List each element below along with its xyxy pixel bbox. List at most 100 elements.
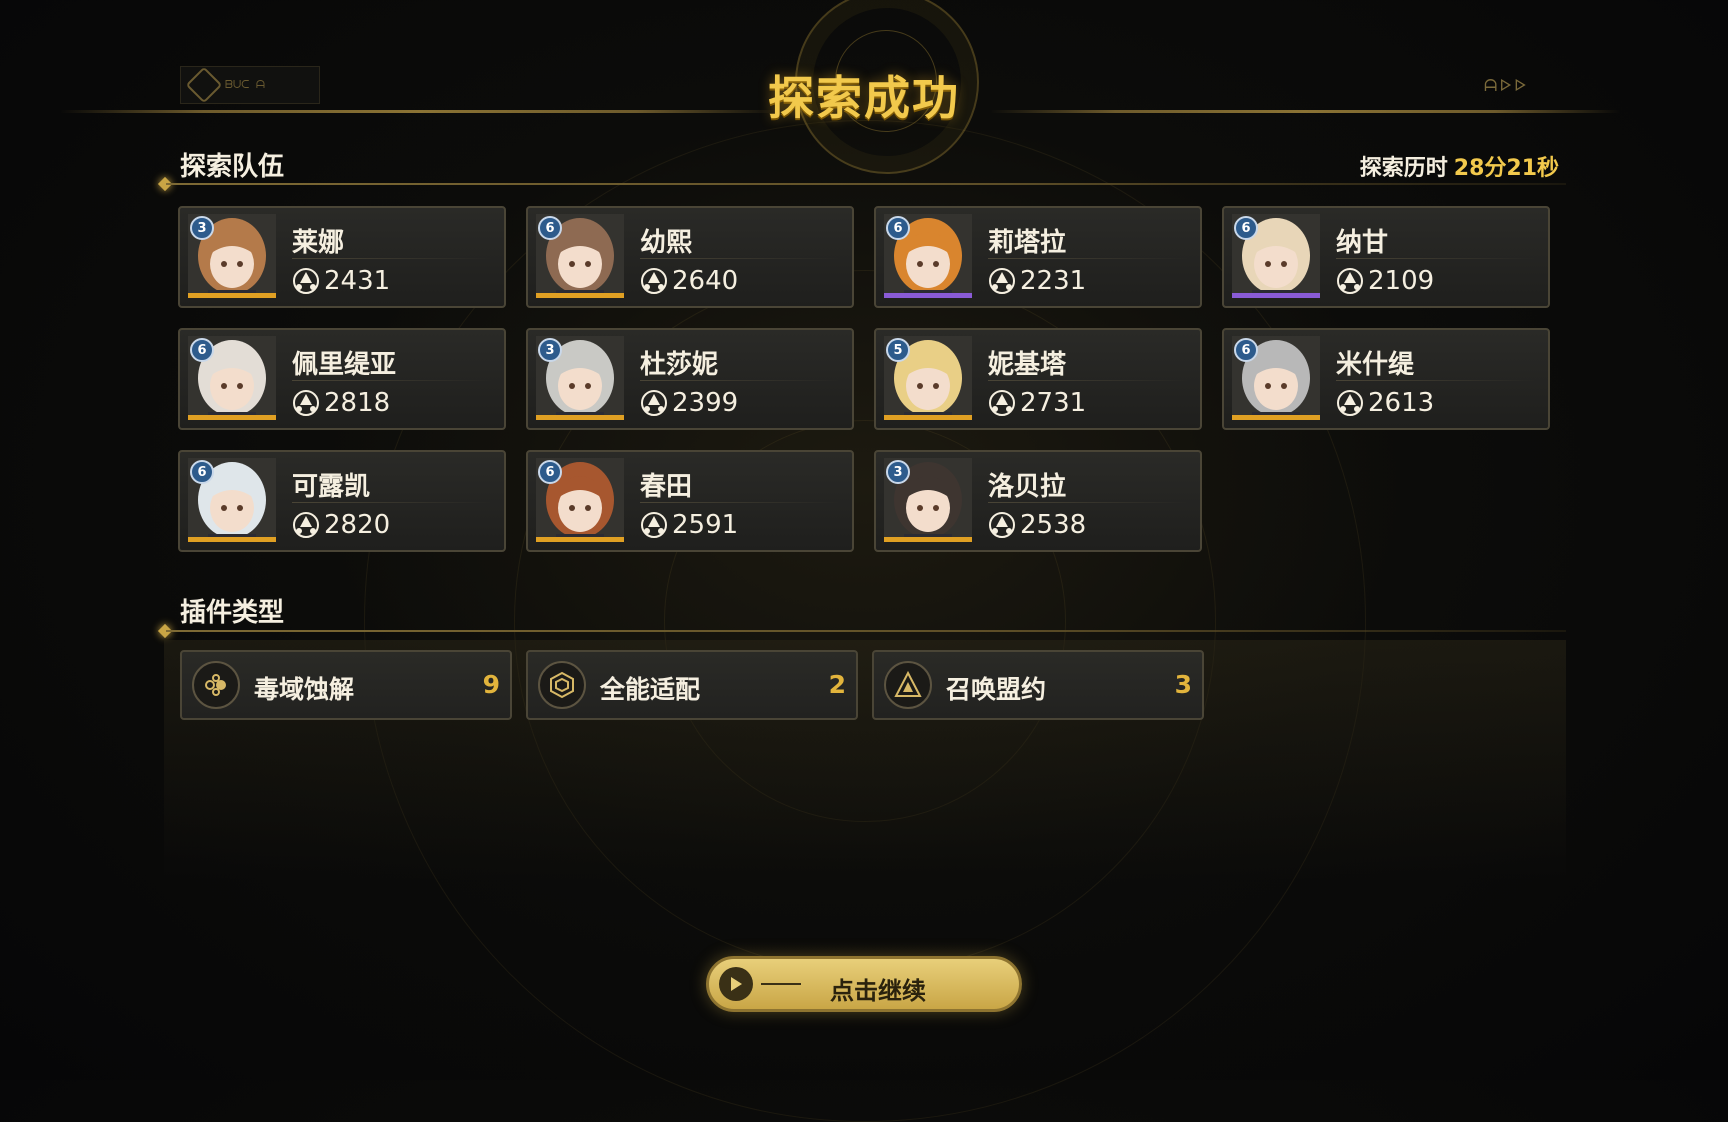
plugin-section-title: 插件类型 bbox=[180, 598, 285, 628]
level-badge: 3 bbox=[190, 216, 214, 240]
level-badge: 3 bbox=[538, 338, 562, 362]
character-card[interactable]: 6 可露凯 2820 bbox=[178, 450, 506, 552]
character-card[interactable]: 6 佩里缇亚 2818 bbox=[178, 328, 506, 430]
power-value: 2109 bbox=[1368, 266, 1435, 296]
plugin-card[interactable]: 召唤盟约 3 bbox=[872, 650, 1204, 720]
power-icon bbox=[293, 512, 319, 538]
character-power: 2640 bbox=[640, 266, 738, 296]
character-card[interactable]: 3 莱娜 2431 bbox=[178, 206, 506, 308]
level-badge: 3 bbox=[886, 460, 910, 484]
rarity-bar bbox=[188, 293, 276, 298]
character-power: 2538 bbox=[988, 510, 1086, 540]
power-value: 2613 bbox=[1368, 388, 1435, 418]
power-icon bbox=[641, 512, 667, 538]
card-divider bbox=[1336, 380, 1536, 381]
team-section-line bbox=[166, 183, 1566, 185]
triangle-icon bbox=[884, 661, 932, 709]
rarity-bar bbox=[884, 293, 972, 298]
power-icon bbox=[989, 512, 1015, 538]
card-divider bbox=[292, 502, 492, 503]
level-badge: 6 bbox=[538, 460, 562, 484]
power-value: 2591 bbox=[672, 510, 739, 540]
character-card[interactable]: 5 妮基塔 2731 bbox=[874, 328, 1202, 430]
character-power: 2231 bbox=[988, 266, 1086, 296]
level-badge: 6 bbox=[190, 338, 214, 362]
character-card[interactable]: 6 米什缇 2613 bbox=[1222, 328, 1550, 430]
level-badge: 6 bbox=[1234, 338, 1258, 362]
power-value: 2818 bbox=[324, 388, 391, 418]
power-value: 2731 bbox=[1020, 388, 1087, 418]
card-divider bbox=[292, 258, 492, 259]
character-power: 2820 bbox=[292, 510, 390, 540]
character-power: 2399 bbox=[640, 388, 738, 418]
card-divider bbox=[640, 380, 840, 381]
character-name: 纳甘 bbox=[1336, 228, 1389, 258]
character-power: 2731 bbox=[988, 388, 1086, 418]
character-card[interactable]: 6 幼熙 2640 bbox=[526, 206, 854, 308]
elapsed-label: 探索历时 bbox=[1359, 156, 1448, 181]
continue-button-label: 点击继续 bbox=[830, 977, 926, 1005]
rarity-bar bbox=[1232, 415, 1320, 420]
level-badge: 6 bbox=[886, 216, 910, 240]
character-card[interactable]: 3 洛贝拉 2538 bbox=[874, 450, 1202, 552]
character-name: 米什缇 bbox=[1336, 350, 1415, 380]
character-name: 可露凯 bbox=[292, 472, 371, 502]
power-value: 2431 bbox=[324, 266, 391, 296]
power-value: 2820 bbox=[324, 510, 391, 540]
power-icon bbox=[989, 268, 1015, 294]
card-divider bbox=[640, 502, 840, 503]
elapsed-value: 28分21秒 bbox=[1453, 156, 1559, 181]
rarity-bar bbox=[884, 537, 972, 542]
character-card[interactable]: 3 杜莎妮 2399 bbox=[526, 328, 854, 430]
character-power: 2431 bbox=[292, 266, 390, 296]
power-icon bbox=[1337, 268, 1363, 294]
card-divider bbox=[988, 258, 1188, 259]
character-name: 莱娜 bbox=[292, 228, 345, 258]
plugin-count: 9 bbox=[482, 670, 500, 699]
plugin-name: 召唤盟约 bbox=[946, 675, 1047, 704]
rarity-bar bbox=[884, 415, 972, 420]
elapsed-time: 探索历时 28分21秒 bbox=[1360, 150, 1559, 182]
character-name: 洛贝拉 bbox=[988, 472, 1067, 502]
character-power: 2591 bbox=[640, 510, 738, 540]
character-name: 杜莎妮 bbox=[640, 350, 719, 380]
rarity-bar bbox=[536, 293, 624, 298]
character-name: 幼熙 bbox=[640, 228, 693, 258]
rarity-bar bbox=[188, 415, 276, 420]
power-icon bbox=[641, 268, 667, 294]
character-card[interactable]: 6 春田 2591 bbox=[526, 450, 854, 552]
power-value: 2231 bbox=[1020, 266, 1087, 296]
level-badge: 6 bbox=[538, 216, 562, 240]
plugin-name: 毒域蚀解 bbox=[254, 675, 355, 704]
card-divider bbox=[988, 502, 1188, 503]
character-card[interactable]: 6 莉塔拉 2231 bbox=[874, 206, 1202, 308]
team-section-title: 探索队伍 bbox=[180, 152, 285, 182]
toxic-icon bbox=[192, 661, 240, 709]
plugin-card[interactable]: 全能适配 2 bbox=[526, 650, 858, 720]
card-divider bbox=[1336, 258, 1536, 259]
rarity-bar bbox=[1232, 293, 1320, 298]
power-icon bbox=[1337, 390, 1363, 416]
power-value: 2640 bbox=[672, 266, 739, 296]
continue-button[interactable]: 点击继续 bbox=[706, 956, 1022, 1012]
rarity-bar bbox=[188, 537, 276, 542]
character-name: 春田 bbox=[640, 472, 693, 502]
character-name: 妮基塔 bbox=[988, 350, 1067, 380]
rarity-bar bbox=[536, 537, 624, 542]
card-divider bbox=[988, 380, 1188, 381]
rarity-bar bbox=[536, 415, 624, 420]
power-icon bbox=[641, 390, 667, 416]
character-name: 佩里缇亚 bbox=[292, 350, 397, 380]
plugin-card[interactable]: 毒域蚀解 9 bbox=[180, 650, 512, 720]
level-badge: 6 bbox=[1234, 216, 1258, 240]
character-power: 2818 bbox=[292, 388, 390, 418]
plugin-section-line bbox=[166, 630, 1566, 632]
level-badge: 6 bbox=[190, 460, 214, 484]
character-power: 2109 bbox=[1336, 266, 1434, 296]
plugin-name: 全能适配 bbox=[600, 675, 701, 704]
card-divider bbox=[292, 380, 492, 381]
hexagon-icon bbox=[538, 661, 586, 709]
character-card[interactable]: 6 纳甘 2109 bbox=[1222, 206, 1550, 308]
power-icon bbox=[293, 268, 319, 294]
card-divider bbox=[640, 258, 840, 259]
